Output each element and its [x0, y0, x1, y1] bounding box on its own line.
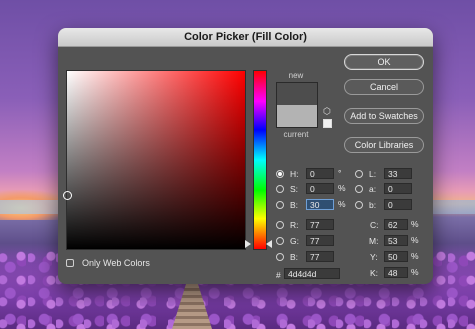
- blue-input[interactable]: 77: [306, 251, 334, 262]
- g-radio[interactable]: [276, 237, 284, 245]
- hue-slider[interactable]: [253, 70, 267, 250]
- blue-label: B:: [290, 252, 299, 262]
- a-radio[interactable]: [355, 185, 363, 193]
- r-radio[interactable]: [276, 221, 284, 229]
- l-radio[interactable]: [355, 170, 363, 178]
- hex-label: #: [276, 270, 281, 280]
- hue-slider-left-handle-icon[interactable]: [245, 240, 251, 248]
- s-input[interactable]: 0: [306, 183, 334, 194]
- h-label: H:: [290, 169, 299, 179]
- h-radio[interactable]: [276, 170, 284, 178]
- lab-b-radio[interactable]: [355, 201, 363, 209]
- new-color-swatch: [276, 82, 318, 105]
- r-label: R:: [290, 220, 299, 230]
- g-input[interactable]: 77: [306, 235, 334, 246]
- m-unit: %: [411, 235, 419, 245]
- k-input[interactable]: 48: [384, 267, 408, 278]
- field-cursor[interactable]: [63, 191, 72, 200]
- y-input[interactable]: 50: [384, 251, 408, 262]
- s-label: S:: [290, 184, 299, 194]
- cancel-button[interactable]: Cancel: [344, 79, 424, 95]
- websafe-square-icon[interactable]: [323, 119, 332, 128]
- only-web-colors-label[interactable]: Only Web Colors: [82, 258, 150, 268]
- blue-radio[interactable]: [276, 253, 284, 261]
- only-web-colors-checkbox[interactable]: [66, 259, 74, 267]
- y-label: Y:: [370, 252, 378, 262]
- b-label: B:: [290, 200, 299, 210]
- h-input[interactable]: 0: [306, 168, 334, 179]
- color-libraries-button[interactable]: Color Libraries: [344, 137, 424, 153]
- k-label: K:: [370, 268, 379, 278]
- s-radio[interactable]: [276, 185, 284, 193]
- hue-slider-right-handle-icon[interactable]: [266, 240, 272, 248]
- c-unit: %: [411, 219, 419, 229]
- lab-b-label: b:: [369, 200, 377, 210]
- b-radio[interactable]: [276, 201, 284, 209]
- m-input[interactable]: 53: [384, 235, 408, 246]
- b-unit: %: [338, 199, 346, 209]
- c-input[interactable]: 62: [384, 219, 408, 230]
- cube-icon[interactable]: ⬡: [323, 107, 332, 116]
- dialog-title[interactable]: Color Picker (Fill Color): [58, 28, 433, 47]
- a-label: a:: [369, 184, 377, 194]
- current-label: current: [283, 130, 309, 139]
- current-color-swatch[interactable]: [276, 105, 318, 128]
- a-input[interactable]: 0: [384, 183, 412, 194]
- g-label: G:: [290, 236, 299, 246]
- l-label: L:: [369, 169, 377, 179]
- add-to-swatches-button[interactable]: Add to Swatches: [344, 108, 424, 124]
- c-label: C:: [370, 220, 379, 230]
- y-unit: %: [411, 251, 419, 261]
- k-unit: %: [411, 267, 419, 277]
- new-label: new: [288, 71, 304, 80]
- lab-b-input[interactable]: 0: [384, 199, 412, 210]
- b-input[interactable]: 30: [306, 199, 334, 210]
- r-input[interactable]: 77: [306, 219, 334, 230]
- hex-input[interactable]: 4d4d4d: [284, 268, 340, 279]
- saturation-brightness-field[interactable]: [63, 70, 246, 250]
- color-picker-dialog: Color Picker (Fill Color) new current ⬡ …: [58, 28, 433, 284]
- s-unit: %: [338, 183, 346, 193]
- h-unit: °: [338, 168, 342, 178]
- m-label: M:: [369, 236, 379, 246]
- l-input[interactable]: 33: [384, 168, 412, 179]
- ok-button[interactable]: OK: [344, 54, 424, 70]
